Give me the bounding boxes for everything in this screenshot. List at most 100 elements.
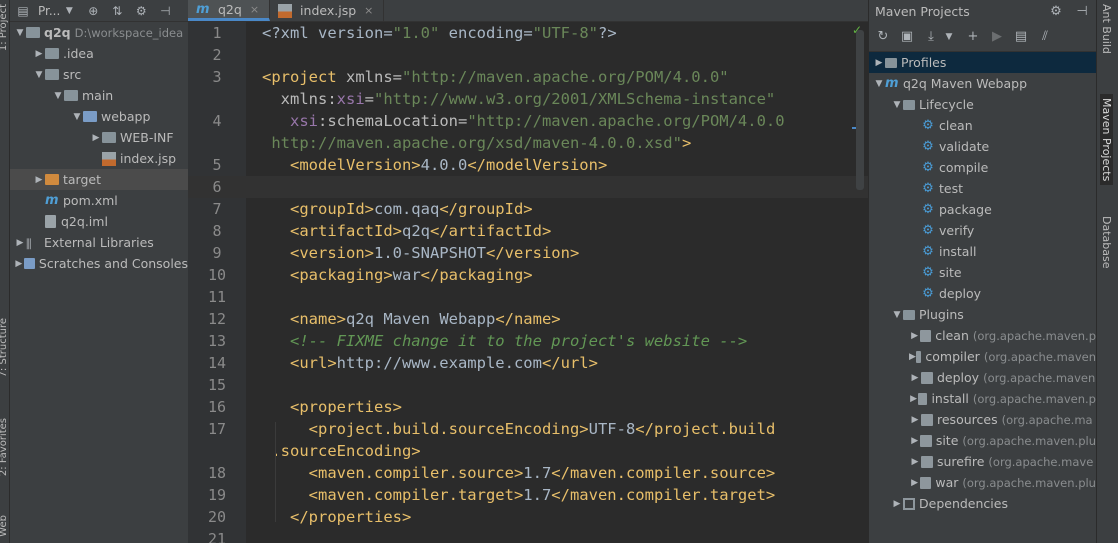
download-icon[interactable]: ⤓: [923, 29, 939, 44]
tree-item-pom-xml[interactable]: m pom.xml: [10, 190, 188, 211]
tool-tab-web[interactable]: Web: [0, 515, 9, 537]
maven-item-deploy[interactable]: ⚙ deploy: [869, 283, 1096, 304]
collapse-arrow-icon[interactable]: ▶: [14, 259, 24, 269]
code-line[interactable]: 12 <name>q2q Maven Webapp</name>: [188, 308, 868, 330]
tree-item-webapp[interactable]: ▼ webapp: [10, 106, 188, 127]
code-line[interactable]: .sourceEncoding>: [188, 440, 868, 462]
code-line[interactable]: 14 <url>http://www.example.com</url>: [188, 352, 868, 374]
gear-icon[interactable]: ⚙: [1048, 4, 1064, 19]
chevron-down-icon[interactable]: ▼: [60, 6, 78, 16]
tool-tab-project[interactable]: 1: Project: [0, 4, 9, 51]
maven-item-resources[interactable]: ▶ resources (org.apache.ma: [869, 409, 1096, 430]
maven-item-compiler[interactable]: ▶ compiler (org.apache.maven: [869, 346, 1096, 367]
expand-arrow-icon[interactable]: ▼: [891, 310, 903, 320]
collapse-arrow-icon[interactable]: ▶: [90, 133, 102, 143]
maven-item-surefire[interactable]: ▶ surefire (org.apache.mave: [869, 451, 1096, 472]
expand-arrow-icon[interactable]: ▼: [891, 100, 903, 110]
code-line[interactable]: 8 <artifactId>q2q</artifactId>: [188, 220, 868, 242]
tree-item--idea[interactable]: ▶ .idea: [10, 43, 188, 64]
tool-tab-maven-projects[interactable]: Maven Projects: [1100, 94, 1113, 186]
code-line[interactable]: 3 <project xmlns="http://maven.apache.org…: [188, 66, 868, 88]
tree-item-scratches-and-consoles[interactable]: ▶ Scratches and Consoles: [10, 253, 188, 274]
code-line[interactable]: xmlns:xsi="http://www.w3.org/2001/XMLSch…: [188, 88, 868, 110]
tree-item-external-libraries[interactable]: ▶ ⫼ External Libraries: [10, 232, 188, 253]
tool-tab-database[interactable]: Database: [1100, 216, 1113, 269]
tree-item-index-jsp[interactable]: index.jsp: [10, 148, 188, 169]
maven-item-war[interactable]: ▶ war (org.apache.maven.plu: [869, 472, 1096, 493]
code-line[interactable]: 4 xsi:schemaLocation="http://maven.apach…: [188, 110, 868, 132]
chevron-down-icon[interactable]: ▼: [941, 32, 957, 42]
maven-item-deploy[interactable]: ▶ deploy (org.apache.maven: [869, 367, 1096, 388]
code-line[interactable]: 13 <!-- FIXME change it to the project's…: [188, 330, 868, 352]
hide-icon[interactable]: ⊣: [156, 4, 174, 18]
tree-item-web-inf[interactable]: ▶ WEB-INF: [10, 127, 188, 148]
expand-arrow-icon[interactable]: ▼: [14, 28, 26, 38]
close-icon[interactable]: ×: [364, 4, 373, 17]
collapse-arrow-icon[interactable]: ▶: [909, 331, 920, 341]
expand-arrow-icon[interactable]: ▼: [873, 79, 885, 89]
code-line[interactable]: 20 </properties>: [188, 506, 868, 528]
locate-icon[interactable]: ⊕: [84, 4, 102, 18]
maven-item-lifecycle[interactable]: ▼ Lifecycle: [869, 94, 1096, 115]
maven-item-clean[interactable]: ▶ clean (org.apache.maven.p: [869, 325, 1096, 346]
code-line[interactable]: 11: [188, 286, 868, 308]
code-line[interactable]: 21: [188, 528, 868, 543]
tool-tab-ant-build[interactable]: Ant Build: [1100, 4, 1113, 54]
execute-goal-icon[interactable]: ▤: [1013, 29, 1029, 44]
tree-item-target[interactable]: ▶ target: [10, 169, 188, 190]
code-line[interactable]: 15: [188, 374, 868, 396]
toggle-offline-icon[interactable]: ⫽: [1037, 29, 1053, 44]
code-line[interactable]: http://maven.apache.org/xsd/maven-4.0.0.…: [188, 132, 868, 154]
code-line[interactable]: 2: [188, 44, 868, 66]
maven-item-test[interactable]: ⚙ test: [869, 178, 1096, 199]
tree-item-main[interactable]: ▼ main: [10, 85, 188, 106]
editor-scrollbar[interactable]: [856, 30, 864, 190]
collapse-arrow-icon[interactable]: ▶: [909, 394, 918, 404]
code-line[interactable]: 17 <project.build.sourceEncoding>UTF-8</…: [188, 418, 868, 440]
collapse-arrow-icon[interactable]: ▶: [909, 352, 916, 362]
code-line[interactable]: 19 <maven.compiler.target>1.7</maven.com…: [188, 484, 868, 506]
collapse-arrow-icon[interactable]: ▶: [33, 175, 45, 185]
collapse-arrow-icon[interactable]: ▶: [909, 415, 921, 425]
close-icon[interactable]: ×: [250, 3, 259, 16]
maven-item-compile[interactable]: ⚙ compile: [869, 157, 1096, 178]
editor-tab-index-jsp[interactable]: index.jsp ×: [270, 0, 385, 21]
run-icon[interactable]: ▶: [989, 29, 1005, 44]
collapse-arrow-icon[interactable]: ▶: [909, 457, 921, 467]
collapse-arrow-icon[interactable]: ▶: [909, 373, 921, 383]
tree-item-q2q[interactable]: ▼ q2q D:\workspace_idea: [10, 22, 188, 43]
maven-item-plugins[interactable]: ▼ Plugins: [869, 304, 1096, 325]
maven-item-package[interactable]: ⚙ package: [869, 199, 1096, 220]
collapse-arrow-icon[interactable]: ▶: [909, 436, 920, 446]
maven-item-dependencies[interactable]: ▶ Dependencies: [869, 493, 1096, 514]
add-icon[interactable]: +: [965, 29, 981, 44]
code-line[interactable]: 9 <version>1.0-SNAPSHOT</version>: [188, 242, 868, 264]
expand-arrow-icon[interactable]: ▼: [33, 70, 45, 80]
expand-arrow-icon[interactable]: ▼: [71, 112, 83, 122]
expand-arrow-icon[interactable]: ▼: [52, 91, 64, 101]
code-line[interactable]: 10 <packaging>war</packaging>: [188, 264, 868, 286]
tool-tab-structure[interactable]: 7: Structure: [0, 318, 9, 377]
code-line[interactable]: 7 <groupId>com.qaq</groupId>: [188, 198, 868, 220]
maven-item-q2q-maven-webapp[interactable]: ▼ m q2q Maven Webapp: [869, 73, 1096, 94]
tree-item-q2q-iml[interactable]: q2q.iml: [10, 211, 188, 232]
collapse-icon[interactable]: ⇅: [108, 4, 126, 18]
collapse-arrow-icon[interactable]: ▶: [909, 478, 920, 488]
maven-item-site[interactable]: ⚙ site: [869, 262, 1096, 283]
tree-item-src[interactable]: ▼ src: [10, 64, 188, 85]
hide-icon[interactable]: ⊣: [1074, 4, 1090, 19]
maven-item-verify[interactable]: ⚙ verify: [869, 220, 1096, 241]
reimport-icon[interactable]: ↻: [875, 29, 891, 44]
collapse-arrow-icon[interactable]: ▶: [873, 58, 885, 68]
collapse-arrow-icon[interactable]: ▶: [14, 238, 26, 248]
collapse-arrow-icon[interactable]: ▶: [33, 49, 45, 59]
generate-sources-icon[interactable]: ▣: [899, 29, 915, 44]
code-line[interactable]: 6: [188, 176, 868, 198]
code-line[interactable]: 5 <modelVersion>4.0.0</modelVersion>: [188, 154, 868, 176]
tool-tab-favorites[interactable]: 2: Favorites: [0, 418, 9, 476]
maven-item-validate[interactable]: ⚙ validate: [869, 136, 1096, 157]
maven-item-profiles[interactable]: ▶ Profiles: [869, 52, 1096, 73]
collapse-arrow-icon[interactable]: ▶: [891, 499, 903, 509]
code-area[interactable]: 1 <?xml version="1.0" encoding="UTF-8"?> 2…: [188, 22, 868, 543]
maven-item-clean[interactable]: ⚙ clean: [869, 115, 1096, 136]
